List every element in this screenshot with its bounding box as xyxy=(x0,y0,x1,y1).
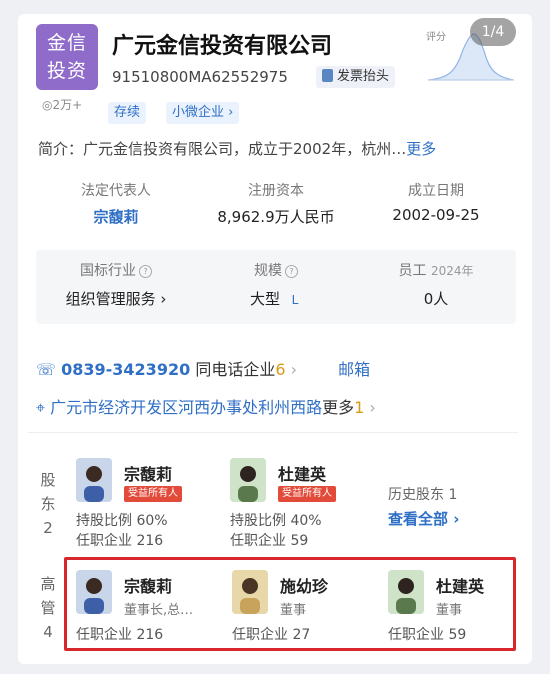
help-icon[interactable]: ? xyxy=(139,265,152,278)
companies-count: 59 xyxy=(290,533,309,549)
history-label: 历史股东 xyxy=(388,487,444,503)
shareholder-ratio: 持股比例 60% xyxy=(76,510,168,530)
address-text[interactable]: 广元市经济开发区河西办事处利州西路 xyxy=(50,398,322,417)
logo-line-2: 投资 xyxy=(46,60,87,82)
staff-value: 0人 xyxy=(423,290,449,308)
status-badge[interactable]: 存续 xyxy=(108,102,147,124)
shareholders-label: 股 东 2 xyxy=(38,468,58,540)
executives-label: 高 管 4 xyxy=(38,572,58,644)
avatar[interactable] xyxy=(76,458,112,502)
email-link[interactable]: 邮箱 xyxy=(338,360,370,379)
scale-value: 大型 xyxy=(249,290,280,308)
size-badge-label: 小微企业 xyxy=(172,105,225,120)
company-intro: 简介：广元金信投资有限公司，成立于2002年，杭州…更多 xyxy=(38,138,508,159)
companies-label: 任职企业 xyxy=(76,533,132,549)
legal-rep-label: 法定代表人 xyxy=(81,183,151,199)
companies-label: 任职企业 xyxy=(230,533,286,549)
staff-cell: 员工 2024年 0人 xyxy=(356,250,516,309)
capital-value: 8,962.9万人民币 xyxy=(217,208,335,226)
ratio-value: 60% xyxy=(136,513,168,529)
companies-count: 216 xyxy=(136,533,164,549)
shareholders-label-2: 东 xyxy=(40,495,56,513)
legal-rep-cell: 法定代表人 宗馥莉 xyxy=(36,180,196,227)
history-shareholders[interactable]: 历史股东 1 xyxy=(388,484,457,504)
industry-cell: 国标行业? 组织管理服务 › xyxy=(36,250,196,309)
info-grid-basic: 法定代表人 宗馥莉 注册资本 8,962.9万人民币 成立日期 2002-09-… xyxy=(36,180,516,240)
scale-label: 规模 xyxy=(254,263,282,279)
location-icon: ⌖ xyxy=(36,398,46,417)
scale-cell: 规模? 大型 L xyxy=(196,250,356,309)
ratio-label: 持股比例 xyxy=(230,513,286,529)
same-phone-count: 6 xyxy=(275,360,286,379)
logo-line-1: 金信 xyxy=(46,32,87,54)
company-name[interactable]: 广元金信投资有限公司 xyxy=(112,28,332,60)
history-count: 1 xyxy=(448,487,458,503)
executives-label-1: 高 xyxy=(40,575,56,593)
industry-label: 国标行业 xyxy=(80,263,136,279)
scale-badge: L xyxy=(291,293,299,307)
avatar[interactable] xyxy=(230,458,266,502)
shareholders-count: 2 xyxy=(43,519,53,537)
company-logo: 金信 投资 xyxy=(36,24,98,90)
invoice-label: 发票抬头 xyxy=(337,69,390,84)
info-grid-scale: 国标行业? 组织管理服务 › 规模? 大型 L 员工 2024年 0人 xyxy=(36,250,516,324)
industry-value-text: 组织管理服务 xyxy=(65,290,156,308)
staff-label: 员工 xyxy=(398,263,427,279)
legal-rep-value[interactable]: 宗馥莉 xyxy=(36,206,196,227)
shareholder-name[interactable]: 杜建英 xyxy=(278,461,326,485)
score-widget[interactable]: 评分 1/4 xyxy=(426,18,516,88)
founded-label: 成立日期 xyxy=(408,183,464,199)
intro-prefix: 简介： xyxy=(38,140,84,158)
person-photo-icon xyxy=(76,458,112,502)
view-all-label: 查看全部 xyxy=(388,510,449,528)
ratio-label: 持股比例 xyxy=(76,513,132,529)
eye-icon: ◎ xyxy=(42,98,53,112)
address-more-label[interactable]: 更多 xyxy=(322,398,354,417)
page-indicator: 1/4 xyxy=(470,18,516,46)
chevron-right-icon: › xyxy=(285,360,297,379)
views-count: ◎2万+ xyxy=(42,96,82,113)
industry-value[interactable]: 组织管理服务 › xyxy=(36,288,196,309)
shareholder-companies[interactable]: 任职企业 216 xyxy=(76,530,163,550)
shareholder-ratio: 持股比例 40% xyxy=(230,510,322,530)
phone-icon: ☏ xyxy=(36,360,57,379)
capital-label: 注册资本 xyxy=(248,183,304,199)
score-label: 评分 xyxy=(426,32,446,43)
shareholder-companies[interactable]: 任职企业 59 xyxy=(230,530,308,550)
staff-year: 2024年 xyxy=(430,264,474,278)
address-row: ⌖ 广元市经济开发区河西办事处利州西路更多1 › xyxy=(36,394,376,418)
highlight-frame xyxy=(64,557,516,651)
shareholder-name[interactable]: 宗馥莉 xyxy=(124,461,172,485)
founded-cell: 成立日期 2002-09-25 xyxy=(356,180,516,224)
address-more-count: 1 xyxy=(354,398,365,417)
chevron-right-icon: › xyxy=(364,398,376,417)
credit-code: 91510800MA62552975 xyxy=(112,68,288,86)
intro-more-link[interactable]: 更多 xyxy=(406,140,436,158)
same-phone-label[interactable]: 同电话企业 xyxy=(195,360,275,379)
shareholders-label-1: 股 xyxy=(40,471,56,489)
intro-text: 广元金信投资有限公司，成立于2002年，杭州… xyxy=(83,140,407,158)
divider xyxy=(28,432,518,433)
capital-cell: 注册资本 8,962.9万人民币 xyxy=(196,180,356,227)
phone-number[interactable]: 0839-3423920 xyxy=(61,360,190,379)
executives-count: 4 xyxy=(43,623,53,641)
views-value: 2万+ xyxy=(52,98,83,112)
person-photo-icon xyxy=(230,458,266,502)
size-badge[interactable]: 小微企业 › xyxy=(166,102,240,124)
invoice-icon xyxy=(322,69,333,82)
role-badge: 受益所有人 xyxy=(124,486,182,502)
executives-label-2: 管 xyxy=(40,599,56,617)
phone-row: ☏ 0839-3423920 同电话企业6 › 邮箱 xyxy=(36,356,370,380)
founded-value: 2002-09-25 xyxy=(392,206,480,224)
view-all-link[interactable]: 查看全部 › xyxy=(388,508,459,529)
help-icon[interactable]: ? xyxy=(285,265,298,278)
ratio-value: 40% xyxy=(290,513,322,529)
invoice-button[interactable]: 发票抬头 xyxy=(316,66,396,88)
role-badge: 受益所有人 xyxy=(278,486,336,502)
